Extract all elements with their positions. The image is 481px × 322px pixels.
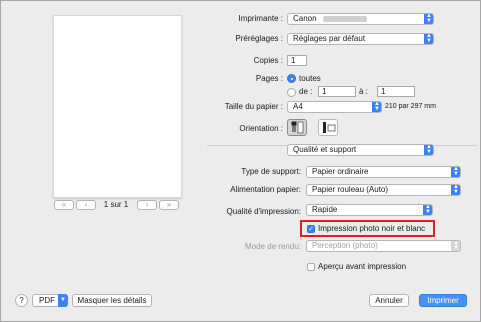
pages-all-radio[interactable]: [287, 74, 296, 83]
print-quality-value: Rapide: [312, 205, 338, 214]
orientation-portrait-button[interactable]: [287, 119, 307, 136]
copies-label: Copies :: [253, 56, 283, 65]
print-quality-label: Qualité d'impression:: [226, 207, 301, 216]
hide-details-button[interactable]: Masquer les détails: [72, 294, 152, 307]
presets-popup[interactable]: Réglages par défaut ▲ ▼: [287, 33, 434, 45]
grayscale-checkbox[interactable]: ✓: [307, 225, 315, 233]
preview-before-print-checkbox[interactable]: [307, 263, 315, 271]
pages-range-radio[interactable]: [287, 88, 296, 97]
copies-input[interactable]: 1: [287, 55, 307, 66]
popup-arrows-icon: ▲ ▼: [451, 241, 460, 251]
popup-arrows-icon: ▲ ▼: [372, 102, 381, 112]
orientation-label: Orientation :: [239, 124, 283, 133]
section-value: Qualité et support: [293, 145, 357, 154]
print-quality-popup[interactable]: Rapide ▲ ▼: [306, 204, 433, 216]
paper-source-value: Papier rouleau (Auto): [312, 185, 389, 194]
pdf-dropdown-arrow-icon: ▼: [58, 294, 68, 307]
last-page-button[interactable]: »: [159, 200, 179, 210]
portrait-icon: [291, 121, 304, 134]
pages-from-label: de :: [299, 87, 313, 96]
preview-before-print-label: Aperçu avant impression: [318, 262, 407, 271]
popup-arrows-icon: ▲ ▼: [423, 205, 432, 215]
print-button[interactable]: Imprimer: [419, 294, 467, 307]
help-button[interactable]: ?: [15, 294, 28, 307]
presets-label: Préréglages :: [235, 34, 283, 43]
presets-value: Réglages par défaut: [293, 34, 366, 43]
printer-model-blurred: [322, 15, 367, 22]
media-type-value: Papier ordinaire: [312, 167, 369, 176]
grayscale-label: Impression photo noir et blanc: [318, 224, 426, 233]
render-mode-label: Mode de rendu:: [244, 242, 301, 251]
help-icon: ?: [19, 296, 24, 305]
popup-arrows-icon: ▲ ▼: [424, 145, 433, 155]
paper-size-popup[interactable]: A4 ▲ ▼: [287, 101, 382, 113]
double-chevron-left-icon: «: [61, 200, 67, 209]
printer-name: Canon: [293, 14, 317, 23]
pages-to-input[interactable]: 1: [377, 86, 415, 97]
popup-arrows-icon: ▲ ▼: [451, 167, 460, 177]
media-type-label: Type de support:: [241, 167, 301, 176]
paper-dimensions: 210 par 297 mm: [385, 103, 436, 110]
page-counter: 1 sur 1: [103, 200, 129, 209]
popup-arrows-icon: ▲ ▼: [451, 185, 460, 195]
first-page-button[interactable]: «: [54, 200, 74, 210]
pdf-label: PDF: [39, 296, 55, 305]
print-dialog: « ‹ 1 sur 1 › » Imprimante : Canon ▲ ▼ Pr…: [0, 0, 481, 322]
media-type-popup[interactable]: Papier ordinaire ▲ ▼: [306, 166, 461, 178]
next-page-button[interactable]: ›: [137, 200, 157, 210]
orientation-landscape-button[interactable]: [318, 119, 338, 136]
chevron-left-icon: ‹: [84, 200, 88, 209]
printer-popup[interactable]: Canon ▲ ▼: [287, 13, 434, 25]
render-mode-popup[interactable]: Perception (photo) ▲ ▼: [306, 240, 461, 252]
double-chevron-right-icon: »: [166, 200, 172, 209]
paper-size-value: A4: [293, 102, 303, 111]
paper-size-label: Taille du papier :: [224, 102, 283, 111]
previous-page-button[interactable]: ‹: [76, 200, 96, 210]
paper-source-popup[interactable]: Papier rouleau (Auto) ▲ ▼: [306, 184, 461, 196]
pdf-menu-button[interactable]: PDF ▼: [32, 294, 68, 307]
paper-source-label: Alimentation papier:: [230, 185, 301, 194]
render-mode-value: Perception (photo): [312, 241, 378, 250]
popup-arrows-icon: ▲ ▼: [424, 14, 433, 24]
cancel-button[interactable]: Annuler: [369, 294, 409, 307]
pages-to-label: à :: [359, 87, 368, 96]
popup-arrows-icon: ▲ ▼: [424, 34, 433, 44]
pages-all-label: toutes: [299, 74, 321, 83]
chevron-right-icon: ›: [145, 200, 149, 209]
section-popup[interactable]: Qualité et support ▲ ▼: [287, 144, 434, 156]
page-preview: [53, 15, 182, 198]
landscape-icon: [323, 122, 336, 133]
pages-from-input[interactable]: 1: [318, 86, 356, 97]
pages-label: Pages :: [255, 74, 283, 83]
printer-label: Imprimante :: [238, 14, 283, 23]
